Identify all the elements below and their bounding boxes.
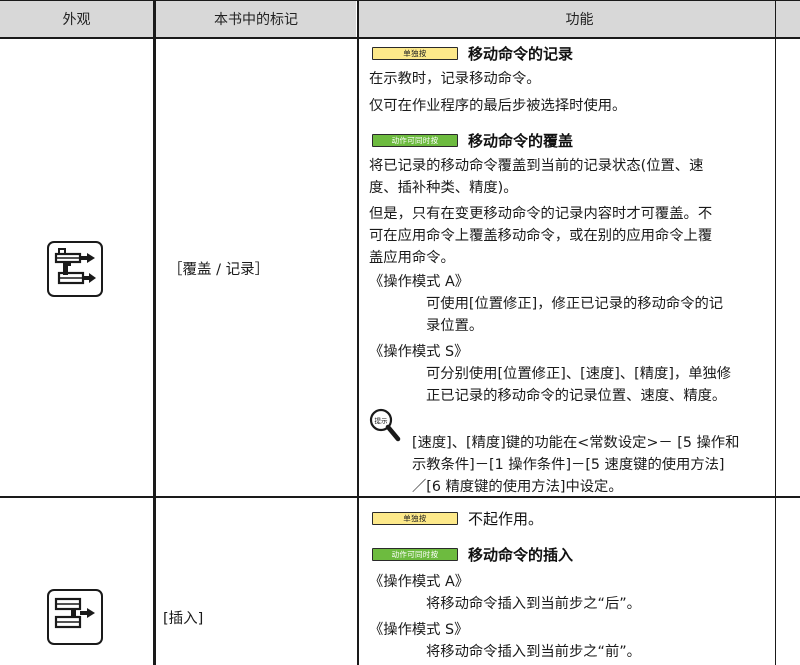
mark-overwrite-record: ［覆盖 / 记录］ [168,262,270,278]
section-title: 移动命令的覆盖 [468,131,574,150]
mode-s-label: 《操作模式 S》 [369,344,469,360]
section-record-title: 单独按 移动命令的记录 [372,43,573,63]
insert-mode-s-label: 《操作模式 S》 [369,622,469,638]
tag-press-with-motion: 动作可同时按 [372,547,458,561]
tag-press-alone: 单独按 [372,46,458,60]
insert-mode-a-label: 《操作模式 A》 [369,574,470,590]
table-top-border [0,0,800,1]
record-line-1: 在示教时，记录移动命令。 [369,71,541,87]
overwrite-para2-line1: 但是，只有在变更移动命令的记录内容时才可覆盖。不 [369,206,713,222]
record-line-2: 仅可在作业程序的最后步被选择时使用。 [369,98,627,114]
overwrite-para1-line1: 将已记录的移动命令覆盖到当前的记录状态(位置、速 [369,158,704,174]
mode-s-line2: 正已记录的移动命令的记录位置、速度、精度。 [426,388,727,404]
manual-page: 外观 本书中的标记 功能 ［覆盖 / 记录］ 单独按 移动命令的记录 在示教时， [0,0,800,665]
mode-a-line1: 可使用[位置修正]，修正已记录的移动命令的记 [426,296,724,312]
mark-insert: [插入] [163,611,204,627]
section-title: 移动命令的记录 [468,44,574,63]
hint-line1: [速度]、[精度]键的功能在<常数设定>－ [5 操作和 [412,435,740,451]
section-insert-title: 动作可同时按 移动命令的插入 [372,544,573,564]
overwrite-para2-line3: 盖应用命令。 [369,250,455,266]
header-appearance: 外观 [0,0,153,38]
insert-mode-a-text: 将移动命令插入到当前步之“后”。 [426,596,641,612]
hint-line2: 示教条件]－[1 操作条件]－[5 速度键的使用方法] [412,457,725,473]
mode-a-label: 《操作模式 A》 [369,274,470,290]
section-overwrite-title: 动作可同时按 移动命令的覆盖 [372,130,573,150]
header-mark: 本书中的标记 [156,0,356,38]
mode-s-line1: 可分别使用[位置修正]、[速度]、[精度]，单独修 [426,366,732,382]
section-insert-alone-title: 单独按 不起作用。 [372,508,543,528]
tag-press-with-motion: 动作可同时按 [372,133,458,147]
overwrite-para2-line2: 可在应用命令上覆盖移动命令，或在别的应用命令上覆 [369,228,713,244]
table-right-border [775,0,777,665]
insert-key-icon [47,589,103,645]
header-bottom-border [0,37,800,39]
hint-line3: ／[6 精度键的使用方法]中设定。 [412,479,623,495]
column-divider-2 [357,0,359,665]
overwrite-record-key-icon [47,241,103,297]
tag-press-alone: 单独按 [372,511,458,525]
hint-icon-label: 提示 [375,416,389,425]
section-title: 移动命令的插入 [468,545,574,564]
section-title: 不起作用。 [468,509,544,528]
insert-mode-s-text: 将移动命令插入到当前步之“前”。 [426,644,641,660]
hint-magnifier-icon: 提示 [369,408,403,446]
column-divider-1 [153,0,156,665]
header-function: 功能 [359,0,800,38]
mode-a-line2: 录位置。 [426,318,484,334]
overwrite-para1-line2: 度、插补种类、精度)。 [369,180,518,196]
